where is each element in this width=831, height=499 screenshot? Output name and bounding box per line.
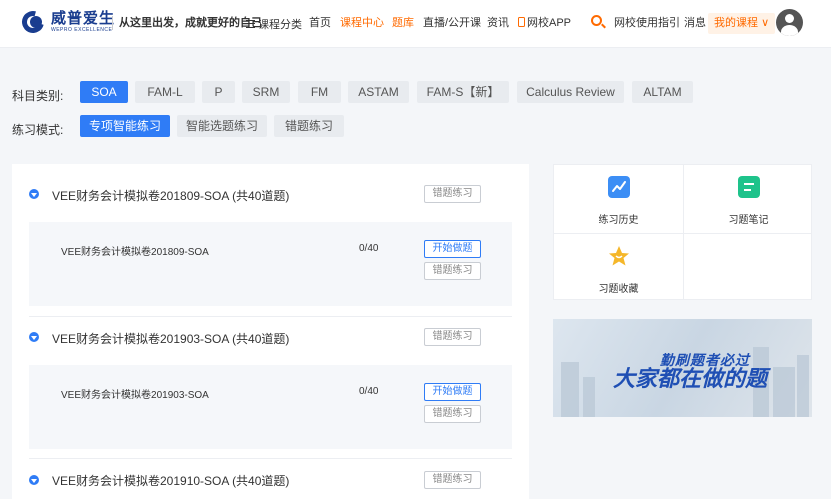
mode-chip-wrong[interactable]: 错题练习 — [274, 115, 344, 137]
subject-chip-astam[interactable]: ASTAM — [348, 81, 409, 103]
nav-messages[interactable]: 消息 — [684, 16, 706, 30]
exercise-item: VEE财务会计模拟卷201903-SOA 0/40 开始做题 错题练习 — [29, 365, 512, 449]
wrong-practice-button[interactable]: 错题练习 — [424, 262, 481, 280]
exercise-name: VEE财务会计模拟卷201809-SOA — [61, 247, 209, 258]
brand-logo[interactable]: 威普爱生 WEPRO EXCELLENCE — [17, 6, 116, 38]
banner-subheadline: 大家都在做的题 — [613, 366, 768, 391]
brand-name: 威普爱生 — [51, 10, 116, 27]
tool-label: 习题收藏 — [598, 284, 639, 295]
exercise-progress: 0/40 — [359, 386, 379, 397]
subject-chip-soa[interactable]: SOA — [80, 81, 128, 103]
tool-notes[interactable]: 习题笔记 — [684, 165, 813, 233]
phone-icon — [518, 17, 525, 27]
star-icon — [608, 245, 630, 267]
promo-banner[interactable]: 勤刷题者必过 大家都在做的题 — [553, 319, 812, 417]
avatar[interactable] — [776, 9, 803, 36]
expand-icon[interactable] — [29, 475, 39, 485]
exercise-progress: 0/40 — [359, 243, 379, 254]
nav-app-label: 网校APP — [527, 17, 572, 29]
expand-icon[interactable] — [29, 189, 39, 199]
my-course-label: 我的课程 — [714, 17, 758, 29]
tool-label: 练习历史 — [598, 215, 639, 226]
mode-filter-label: 练习模式: — [12, 123, 64, 137]
nav-news[interactable]: 资讯 — [487, 16, 509, 30]
subject-chip-altam[interactable]: ALTAM — [632, 81, 693, 103]
mode-chip-smart-select[interactable]: 智能选题练习 — [177, 115, 267, 137]
tools-card: 练习历史 习题笔记 习题收藏 — [553, 164, 812, 300]
subject-chip-fam-l[interactable]: FAM-L — [135, 81, 195, 103]
search-icon[interactable] — [591, 15, 602, 26]
nav-live[interactable]: 直播/公开课 — [423, 16, 481, 30]
exercise-group[interactable]: VEE财务会计模拟卷201903-SOA (共40道题) 错题练习 — [12, 308, 529, 366]
subject-chip-fm[interactable]: FM — [298, 81, 341, 103]
exercise-item: VEE财务会计模拟卷201809-SOA 0/40 开始做题 错题练习 — [29, 222, 512, 306]
subject-chip-p[interactable]: P — [202, 81, 235, 103]
wrong-practice-button[interactable]: 错题练习 — [424, 405, 481, 423]
slogan: 从这里出发，成就更好的自己 — [112, 16, 262, 30]
exercise-group[interactable]: VEE财务会计模拟卷201910-SOA (共40道题) 错题练习 — [12, 451, 529, 499]
expand-icon[interactable] — [29, 332, 39, 342]
brand-tagline: WEPRO EXCELLENCE — [51, 27, 113, 33]
group-title: VEE财务会计模拟卷201809-SOA (共40道题) — [52, 189, 290, 203]
nav-course-category-label: 课程分类 — [258, 19, 302, 31]
nav-course-center[interactable]: 课程中心 — [340, 16, 384, 30]
start-practice-button[interactable]: 开始做题 — [424, 240, 481, 258]
nav-guide[interactable]: 网校使用指引 — [614, 16, 680, 30]
subject-chip-srm[interactable]: SRM — [242, 81, 290, 103]
nav-course-category[interactable]: 课程分类 — [246, 16, 302, 32]
top-header: 威普爱生 WEPRO EXCELLENCE 从这里出发，成就更好的自己 课程分类… — [0, 0, 831, 48]
exercise-group[interactable]: VEE财务会计模拟卷201809-SOA (共40道题) 错题练习 — [12, 164, 529, 222]
tool-label: 习题笔记 — [728, 215, 769, 226]
logo-mark-icon — [17, 6, 49, 38]
my-course-dropdown[interactable]: 我的课程 ∨ — [708, 13, 776, 34]
nav-home[interactable]: 首页 — [309, 16, 331, 30]
nav-question-bank[interactable]: 题库 — [392, 16, 414, 30]
group-title: VEE财务会计模拟卷201903-SOA (共40道题) — [52, 332, 290, 346]
mode-chip-special[interactable]: 专项智能练习 — [80, 115, 170, 137]
tool-practice-history[interactable]: 练习历史 — [554, 165, 683, 233]
chevron-down-icon: ∨ — [761, 17, 770, 29]
subject-filter-label: 科目类别: — [12, 89, 64, 103]
chart-line-icon — [608, 176, 630, 198]
exercise-list-panel: VEE财务会计模拟卷201809-SOA (共40道题) 错题练习 VEE财务会… — [12, 164, 529, 499]
group-title: VEE财务会计模拟卷201910-SOA (共40道题) — [52, 474, 290, 488]
group-wrong-practice-button[interactable]: 错题练习 — [424, 185, 481, 203]
group-wrong-practice-button[interactable]: 错题练习 — [424, 328, 481, 346]
start-practice-button[interactable]: 开始做题 — [424, 383, 481, 401]
tool-favorites[interactable]: 习题收藏 — [554, 234, 683, 302]
note-icon — [738, 176, 760, 198]
subject-chip-fam-s[interactable]: FAM-S【新】 — [417, 81, 509, 103]
subject-chip-calculus-review[interactable]: Calculus Review — [517, 81, 624, 103]
exercise-name: VEE财务会计模拟卷201903-SOA — [61, 390, 209, 401]
group-wrong-practice-button[interactable]: 错题练习 — [424, 471, 481, 489]
menu-icon — [246, 20, 255, 28]
nav-app[interactable]: 网校APP — [518, 16, 571, 30]
